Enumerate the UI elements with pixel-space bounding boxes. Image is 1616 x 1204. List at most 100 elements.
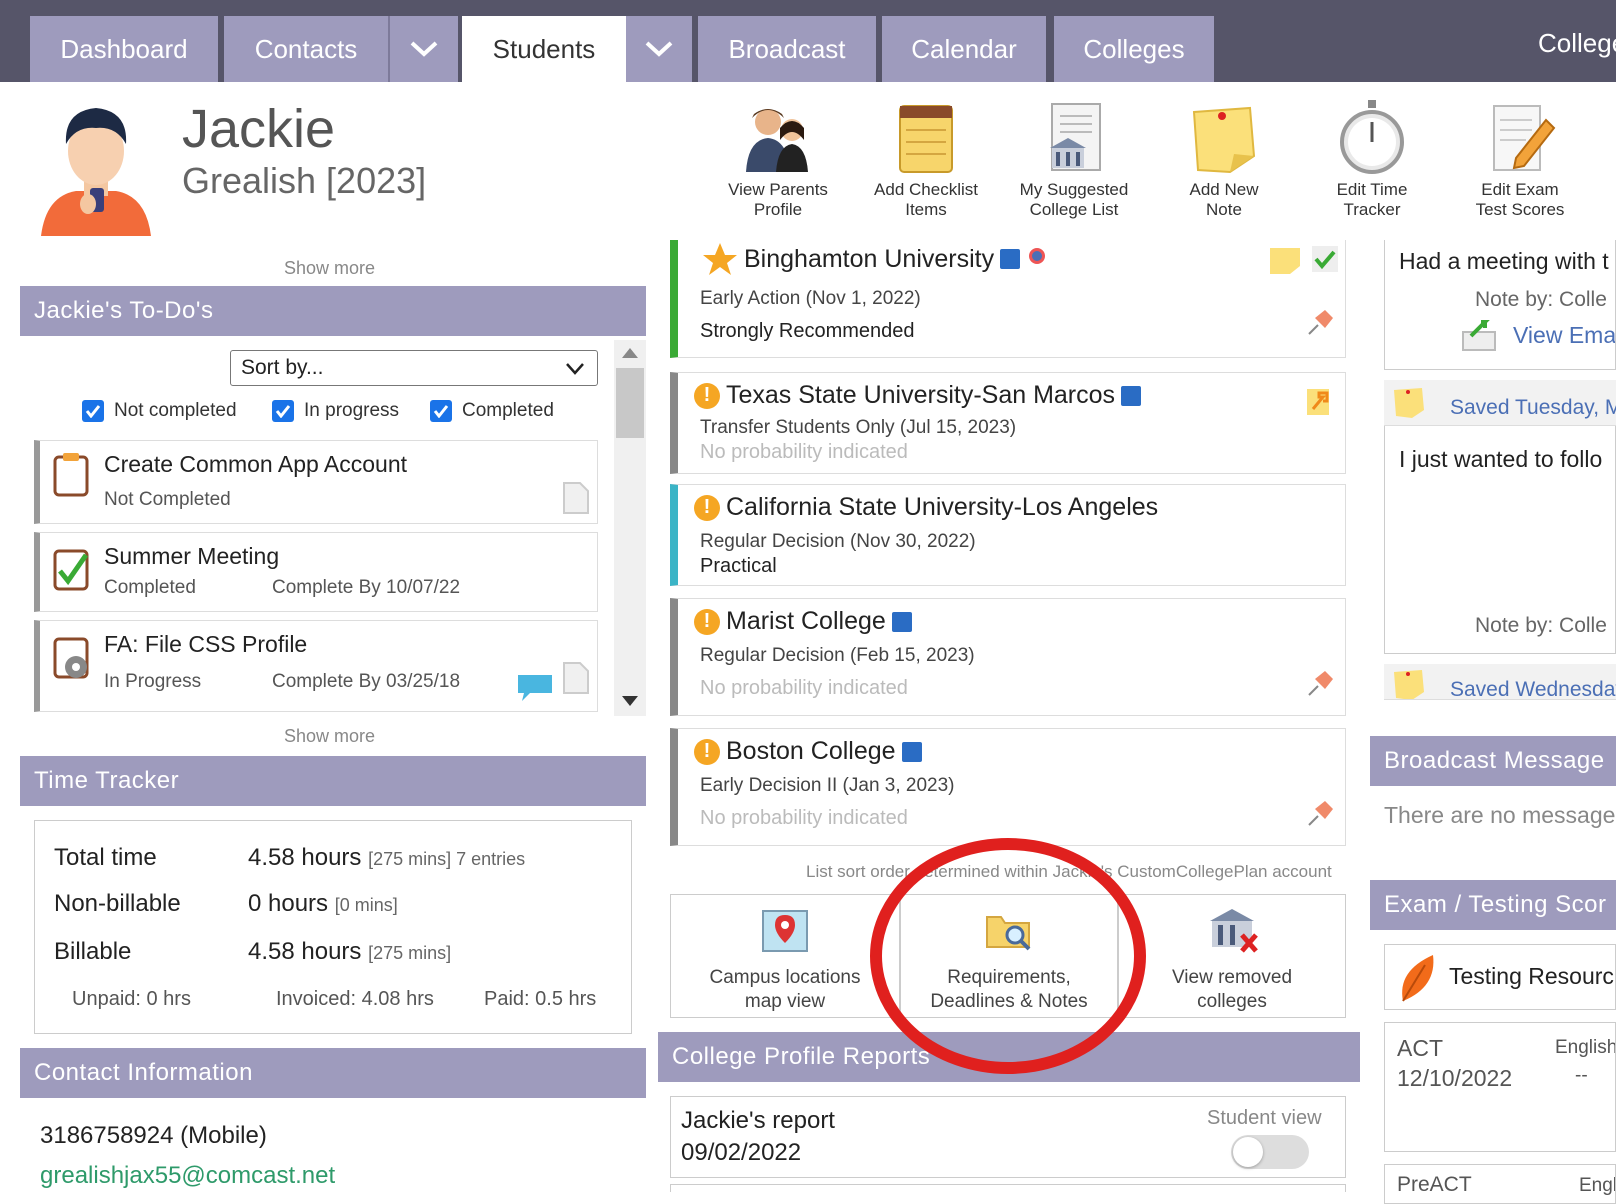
document-icon[interactable] — [560, 661, 592, 695]
todo-due: Complete By 03/25/18 — [272, 671, 461, 692]
tab-broadcast[interactable]: Broadcast — [698, 16, 876, 82]
filter-in-progress[interactable]: In progress — [272, 400, 399, 422]
contacts-dropdown[interactable] — [388, 16, 458, 82]
college-name[interactable]: Texas State University-San Marcos — [726, 381, 1115, 410]
students-dropdown[interactable] — [626, 16, 692, 82]
note-text: I just wanted to follo — [1399, 446, 1603, 472]
report-card[interactable]: Jackie's report 09/02/2022 Student view — [670, 1096, 1346, 1178]
tab-students[interactable]: Students — [462, 16, 626, 82]
todos-scrollbar[interactable] — [614, 340, 646, 716]
pin-icon[interactable] — [1303, 799, 1333, 829]
contact-email-link[interactable]: grealishjax55@comcast.net — [40, 1162, 335, 1190]
saved-note-header[interactable]: Saved Wednesday — [1384, 664, 1616, 700]
testing-resources-button[interactable]: Testing Resourc — [1384, 944, 1616, 1010]
college-name[interactable]: California State University-Los Angeles — [726, 493, 1158, 522]
student-avatar — [41, 108, 151, 236]
report-title: Jackie's report — [681, 1107, 835, 1134]
todo-item[interactable]: FA: File CSS Profile In Progress Complet… — [34, 620, 598, 712]
pin-icon[interactable] — [1303, 308, 1333, 338]
my-suggested-college-list-button[interactable]: My Suggested College List — [1004, 100, 1144, 220]
note-icon — [1394, 670, 1424, 699]
saved-note-header[interactable]: Saved Tuesday, M — [1384, 380, 1616, 426]
time-tracker-header: Time Tracker — [20, 756, 646, 806]
checkbox-checked-icon[interactable] — [82, 400, 104, 422]
comment-icon[interactable] — [516, 671, 554, 703]
todo-item[interactable]: Create Common App Account Not Completed — [34, 440, 598, 524]
note-author: Note by: Colle — [1475, 614, 1607, 637]
todos-show-more-bottom[interactable]: Show more — [284, 726, 375, 747]
star-icon — [703, 243, 737, 275]
college-card[interactable]: ! Texas State University-San Marcos Tran… — [670, 372, 1346, 474]
note-card[interactable]: I just wanted to follo Note by: Colle — [1384, 426, 1616, 654]
note-icon — [1394, 388, 1424, 418]
college-name[interactable]: Boston College — [726, 737, 896, 766]
college-card[interactable]: ! Marist College Regular Decision (Feb 1… — [670, 598, 1346, 716]
billable-detail: [275 mins] — [368, 943, 452, 963]
tab-contacts[interactable]: Contacts — [224, 16, 388, 82]
checklist-icon — [899, 105, 953, 173]
filter-completed[interactable]: Completed — [430, 400, 554, 422]
paid-hours: Paid: 0.5 hrs — [484, 988, 597, 1010]
sort-by-select[interactable]: Sort by... — [230, 350, 598, 386]
college-card[interactable]: ! California State University-Los Angele… — [670, 484, 1346, 586]
student-view-label: Student view — [1207, 1107, 1322, 1129]
app-flag-icon — [891, 611, 912, 632]
edit-exam-test-scores-button[interactable]: Edit Exam Test Scores — [1450, 100, 1590, 220]
toggle-knob — [1233, 1137, 1263, 1167]
billable-value: 4.58 hours — [248, 938, 362, 965]
filter-not-completed[interactable]: Not completed — [82, 400, 237, 422]
college-card[interactable]: Binghamton University Early Action (Nov … — [670, 240, 1346, 358]
pin-icon[interactable] — [1303, 669, 1333, 699]
share-icon[interactable] — [1303, 387, 1333, 417]
edit-exam-label1: Edit Exam — [1481, 180, 1559, 199]
scroll-down-icon[interactable] — [622, 696, 638, 706]
tab-calendar[interactable]: Calendar — [882, 16, 1046, 82]
add-new-note-button[interactable]: Add New Note — [1154, 100, 1294, 220]
exam-section-score: -- — [1575, 1065, 1588, 1086]
scrollbar-thumb[interactable] — [616, 368, 644, 438]
todos-show-more-top[interactable]: Show more — [284, 258, 375, 279]
college-name[interactable]: Marist College — [726, 607, 886, 636]
exam-card-preact[interactable]: PreACT Engl — [1384, 1164, 1616, 1204]
warning-icon: ! — [694, 738, 720, 765]
note-icon[interactable] — [1268, 246, 1302, 276]
saved-note-date: Saved Tuesday, M — [1450, 396, 1616, 419]
note-text: Had a meeting with t — [1399, 248, 1609, 274]
view-parents-label1: View Parents — [728, 180, 828, 199]
note-card[interactable]: Had a meeting with t Note by: Colle View… — [1384, 240, 1616, 370]
add-checklist-items-button[interactable]: Add Checklist Items — [856, 100, 996, 220]
document-icon[interactable] — [560, 481, 592, 515]
warning-icon: ! — [694, 382, 720, 409]
checkbox-checked-icon[interactable] — [272, 400, 294, 422]
view-email-link[interactable]: View Ema — [1513, 322, 1615, 349]
note-icon — [1192, 106, 1256, 174]
unpaid-hours: Unpaid: 0 hrs — [72, 988, 191, 1010]
tab-colleges[interactable]: Colleges — [1054, 16, 1214, 82]
exam-card-act[interactable]: ACT 12/10/2022 English -- — [1384, 1022, 1616, 1152]
todos-header: Jackie's To-Do's — [20, 286, 646, 336]
clipboard-icon — [53, 453, 89, 497]
todo-item[interactable]: Summer Meeting Completed Complete By 10/… — [34, 532, 598, 612]
checkbox-checked-icon[interactable] — [430, 400, 452, 422]
edit-time-tracker-button[interactable]: Edit Time Tracker — [1302, 100, 1442, 220]
campus-map-view-button[interactable]: Campus locations map view — [670, 894, 900, 1018]
student-view-toggle[interactable] — [1231, 1135, 1309, 1169]
tab-dashboard[interactable]: Dashboard — [30, 16, 218, 82]
edit-time-label1: Edit Time — [1336, 180, 1408, 199]
college-probability: No probability indicated — [700, 677, 908, 699]
scroll-up-icon[interactable] — [622, 348, 638, 358]
stopwatch-icon — [1340, 100, 1404, 174]
edit-time-label2: Tracker — [1343, 200, 1401, 219]
college-deadline: Early Action (Nov 1, 2022) — [700, 288, 921, 309]
warning-icon: ! — [694, 494, 720, 521]
view-removed-colleges-button[interactable]: View removed colleges — [1118, 894, 1346, 1018]
map-pin-icon — [762, 910, 808, 952]
college-name[interactable]: Binghamton University — [744, 245, 994, 274]
college-card[interactable]: ! Boston College Early Decision II (Jan … — [670, 728, 1346, 846]
leaf-icon — [1402, 955, 1434, 1002]
billable-label: Billable — [54, 938, 132, 965]
highlight-circle — [870, 838, 1146, 1074]
checkmark-icon[interactable] — [1310, 244, 1340, 274]
view-parents-profile-button[interactable]: View Parents Profile — [708, 100, 848, 220]
total-time-detail: [275 mins] 7 entries — [368, 849, 526, 869]
